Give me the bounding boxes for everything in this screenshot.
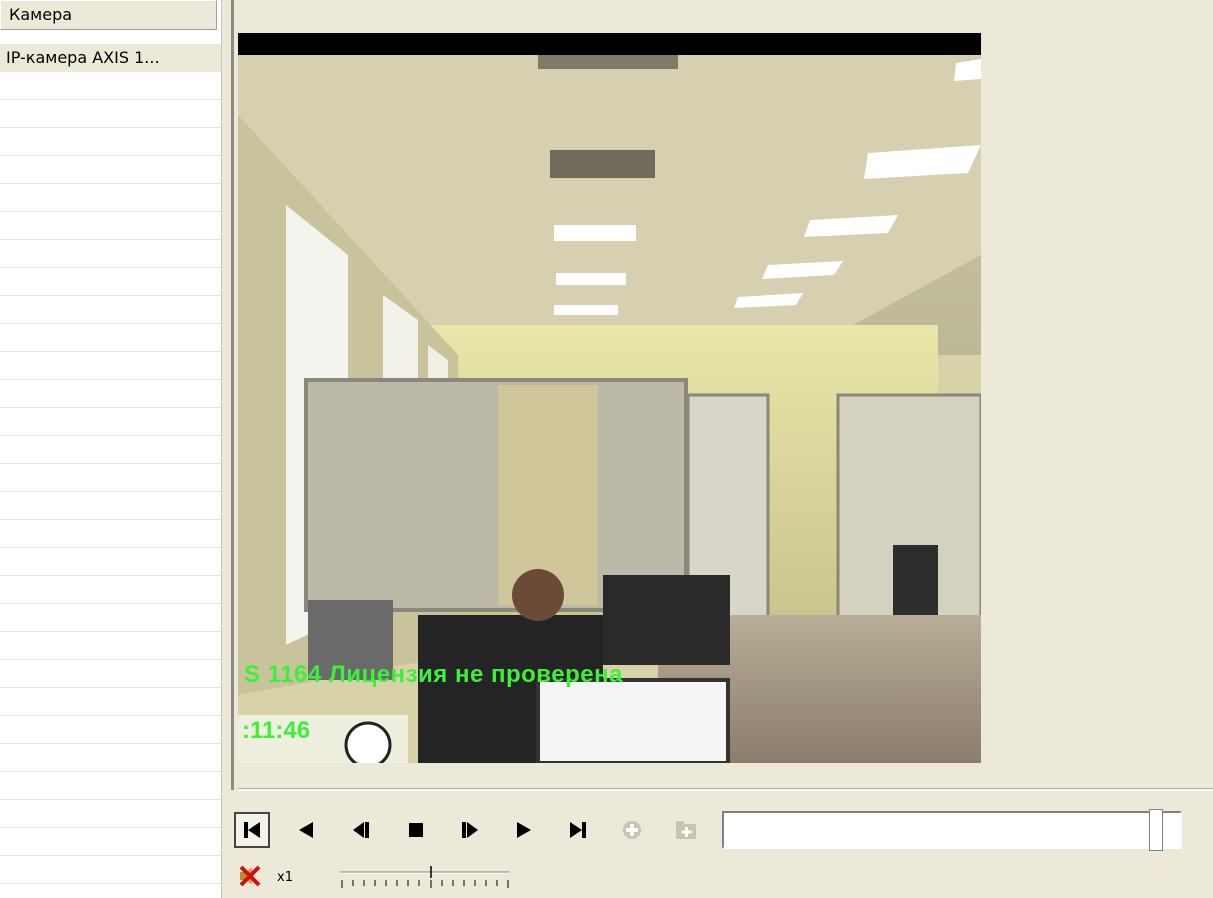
camera-list-item[interactable]: IP-камера AXIS 1... [0, 44, 221, 72]
record-icon [623, 821, 641, 839]
camera-list-panel: Камера IP-камера AXIS 1... [0, 0, 222, 898]
step-forward-button[interactable] [452, 812, 488, 848]
add-bookmark-button[interactable] [668, 812, 704, 848]
license-overlay-text: S 1164 Лицензия не проверена [244, 661, 623, 688]
timestamp-overlay-text: :11:46 [242, 717, 311, 744]
playback-speed-label: x1 [277, 870, 293, 885]
stop-icon [409, 823, 423, 837]
record-button[interactable] [614, 812, 650, 848]
go-to-start-button[interactable] [234, 812, 270, 848]
add-folder-icon [676, 821, 696, 839]
step-backward-icon [353, 822, 369, 838]
splitter-line [231, 0, 234, 790]
play-backward-icon [299, 822, 313, 838]
play-forward-button[interactable] [506, 812, 542, 848]
video-frame [238, 55, 981, 763]
timeline-bar[interactable] [722, 809, 1182, 851]
go-to-end-button[interactable] [560, 812, 596, 848]
camera-list-rows [0, 44, 221, 898]
playback-speed-slider[interactable] [340, 864, 510, 890]
stop-button[interactable] [398, 812, 434, 848]
sound-muted-icon[interactable] [238, 864, 262, 888]
play-backward-button[interactable] [288, 812, 324, 848]
skip-to-start-icon [244, 822, 260, 838]
timeline-thumb[interactable] [1149, 809, 1163, 851]
skip-to-end-icon [570, 822, 586, 838]
video-letterbox-bar [238, 33, 981, 55]
step-forward-icon [462, 822, 478, 838]
video-view[interactable]: S 1164 Лицензия не проверена :11:46 [238, 33, 981, 763]
camera-column-header[interactable]: Камера [0, 0, 217, 30]
play-forward-icon [517, 822, 531, 838]
step-backward-button[interactable] [343, 812, 379, 848]
controls-separator [238, 788, 1213, 791]
